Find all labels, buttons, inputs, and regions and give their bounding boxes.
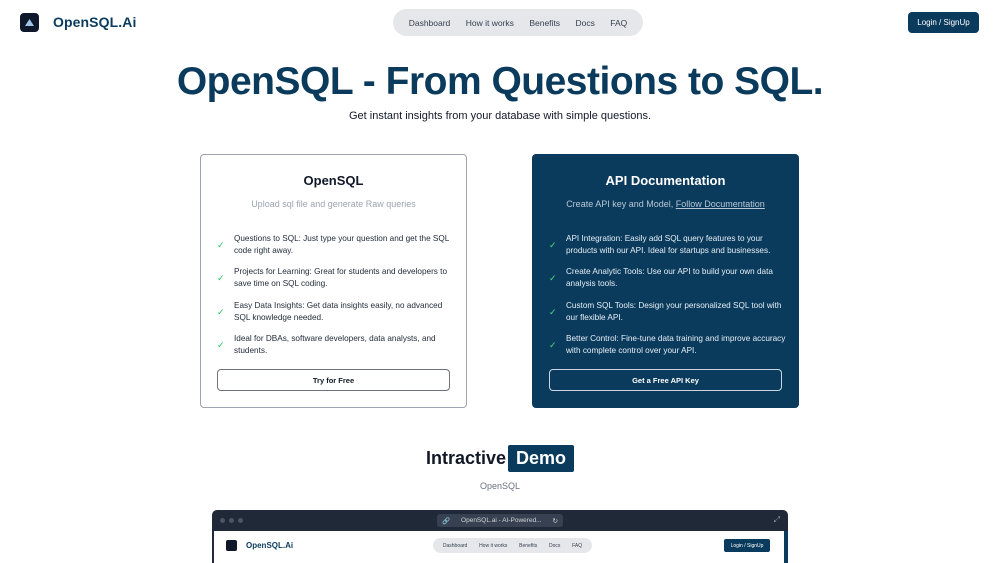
top-header: OpenSQL.Ai Dashboard How it works Benefi… [0,0,1000,46]
card-description: Create API key and Model, Follow Documen… [533,199,798,209]
feature-item: ✓ API Integration: Easily add SQL query … [549,228,789,262]
check-icon: ✓ [549,273,557,284]
card-title: OpenSQL [303,173,364,188]
feature-text: Better Control: Fine-tune data training … [566,334,786,356]
check-icon: ✓ [217,306,225,317]
feature-item: ✓ Custom SQL Tools: Design your personal… [549,295,789,329]
nav-item-how-it-works[interactable]: How it works [466,18,514,28]
demo-title-text: Intractive [425,448,507,468]
feature-text: Easy Data Insights: Get data insights ea… [234,300,443,322]
demo-subtitle: OpenSQL [479,481,521,491]
feature-text: Questions to SQL: Just type your questio… [234,233,449,255]
feature-text: API Integration: Easily add SQL query fe… [566,233,771,255]
preview-nav-how-it-works: How it works [479,542,508,549]
nav-item-benefits[interactable]: Benefits [529,18,560,28]
main-nav: Dashboard How it works Benefits Docs FAQ [393,9,643,36]
check-icon: ✓ [217,239,225,250]
url-text: OpenSQL.ai - AI-Powered... [461,517,542,524]
window-dot [238,518,243,523]
opensql-card: OpenSQL Upload sql file and generate Raw… [200,154,467,408]
window-dot [229,518,234,523]
nav-item-faq[interactable]: FAQ [610,18,627,28]
card-description: Upload sql file and generate Raw queries [251,199,416,209]
feature-text: Projects for Learning: Great for student… [234,267,447,289]
preview-nav-dashboard: Dashboard [442,542,468,549]
preview-login-button: Login / SignUp [724,539,770,552]
api-documentation-card: API Documentation Create API key and Mod… [532,154,799,408]
window-dot [220,518,225,523]
check-icon: ✓ [549,239,557,250]
demo-heading: Intractive Demo [0,445,1000,472]
feature-item: ✓ Ideal for DBAs, software developers, d… [217,329,457,363]
link-icon: 🔗 [442,517,451,525]
demo-badge: Demo [508,445,575,472]
card-title: API Documentation [605,173,726,188]
feature-text: Ideal for DBAs, software developers, dat… [234,334,436,356]
logo-text[interactable]: OpenSQL.Ai [53,14,136,30]
feature-text: Custom SQL Tools: Design your personaliz… [566,300,782,322]
logo-text: OpenSQL.Ai [246,541,294,550]
nav-item-dashboard[interactable]: Dashboard [409,18,451,28]
try-for-free-button[interactable]: Try for Free [217,369,450,391]
feature-item: ✓ Questions to SQL: Just type your quest… [217,228,457,262]
preview-nav-benefits: Benefits [519,542,538,549]
follow-documentation-link[interactable]: Follow Documentation [676,199,765,209]
feature-item: ✓ Easy Data Insights: Get data insights … [217,295,457,329]
nav-item-docs[interactable]: Docs [575,18,594,28]
demo-browser-window: 🔗 OpenSQL.ai - AI-Powered... ↻ ⤢ OpenSQL… [212,510,788,563]
hero-title: OpenSQL - From Questions to SQL. [176,60,824,103]
preview-nav: Dashboard How it works Benefits Docs FAQ [433,538,592,553]
feature-list: ✓ Questions to SQL: Just type your quest… [217,228,457,362]
preview-nav-faq: FAQ [572,542,583,549]
feature-text: Create Analytic Tools: Use our API to bu… [566,267,773,289]
feature-item: ✓ Create Analytic Tools: Use our API to … [549,262,789,296]
reload-icon[interactable]: ↻ [553,517,558,525]
card-description-text: Create API key and Model, [566,199,674,209]
feature-item: ✓ Better Control: Fine-tune data trainin… [549,329,789,363]
logo-icon [226,540,237,551]
preview-scrollbar [784,531,788,563]
demo-page-preview: OpenSQL.Ai Dashboard How it works Benefi… [214,531,784,563]
login-signup-button[interactable]: Login / SignUp [908,12,979,33]
preview-nav-docs: Docs [548,542,561,549]
logo-icon[interactable] [20,13,39,32]
check-icon: ✓ [549,340,557,351]
check-icon: ✓ [217,340,225,351]
check-icon: ✓ [217,273,225,284]
hero-subtitle: Get instant insights from your database … [348,110,652,122]
check-icon: ✓ [549,306,557,317]
get-free-api-key-button[interactable]: Get a Free API Key [549,369,782,391]
feature-list: ✓ API Integration: Easily add SQL query … [549,228,789,362]
window-controls [220,518,243,523]
feature-item: ✓ Projects for Learning: Great for stude… [217,262,457,296]
expand-icon[interactable]: ⤢ [774,515,780,525]
url-bar[interactable]: 🔗 OpenSQL.ai - AI-Powered... ↻ [437,514,563,527]
